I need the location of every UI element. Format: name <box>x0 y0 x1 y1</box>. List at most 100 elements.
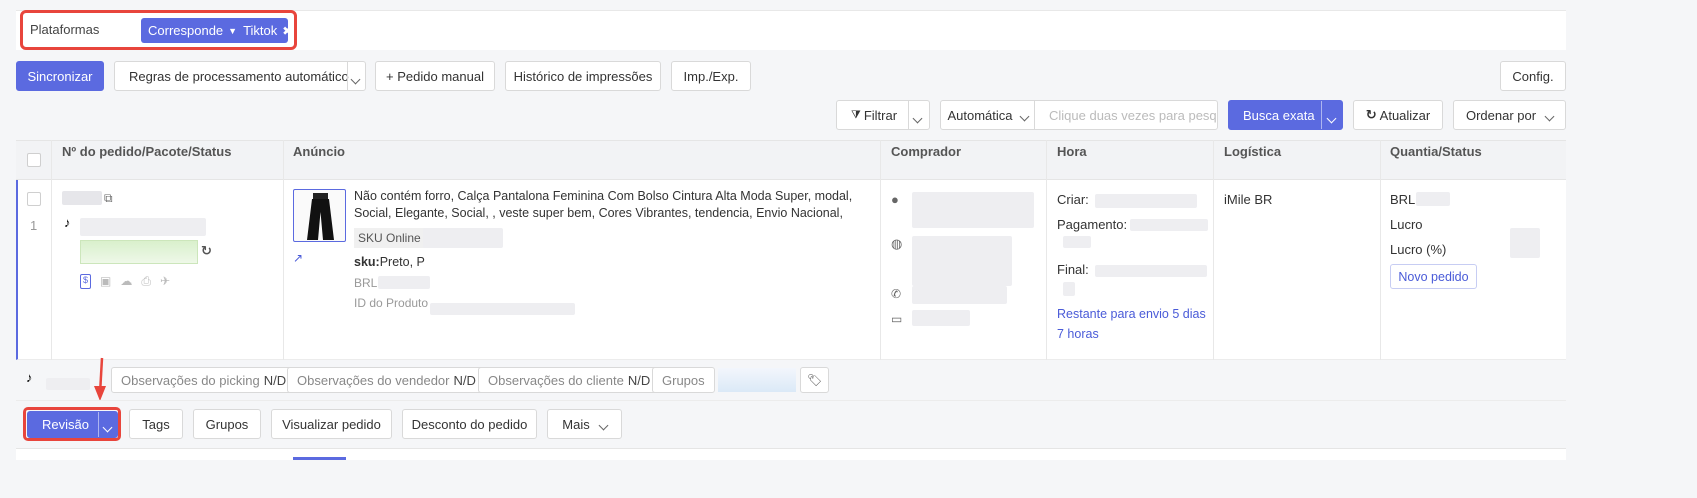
amount-prefix: BRL <box>1390 192 1416 207</box>
chevron-down-icon[interactable] <box>350 71 361 86</box>
col-listing: Anúncio <box>293 144 345 159</box>
chevron-down-icon[interactable] <box>912 110 923 125</box>
separator <box>880 140 881 360</box>
platform-filter-chip[interactable]: Corresponde ▼ Tiktok ✖ <box>141 18 292 43</box>
user-icon: ● <box>891 192 899 207</box>
sync-button[interactable]: Sincronizar <box>16 61 104 91</box>
time-created-redacted <box>1095 194 1197 208</box>
review-label: Revisão <box>42 417 89 432</box>
product-title[interactable]: Não contém forro, Calça Pantalona Femini… <box>354 188 870 222</box>
search-mode-label: Automática <box>947 107 1013 123</box>
filter-label: Filtrar <box>863 107 898 123</box>
picking-notes-value: N/D <box>263 372 287 388</box>
profit-redacted <box>1510 228 1540 258</box>
chevron-down-icon[interactable] <box>1326 110 1337 125</box>
time-created-label: Criar: <box>1057 192 1089 207</box>
picking-notes[interactable]: Observações do picking N/D <box>111 367 297 393</box>
more-label: Mais <box>562 416 590 432</box>
customer-notes[interactable]: Observações do cliente N/D <box>478 367 661 393</box>
print-history-label: Histórico de impressões <box>513 68 653 84</box>
groups-button[interactable]: Grupos <box>193 409 261 439</box>
col-order: Nº do pedido/Pacote/Status <box>62 144 232 159</box>
sku-online-redacted <box>423 228 503 248</box>
table-header <box>16 140 1566 180</box>
globe-icon: ◍ <box>891 236 903 251</box>
gift-icon[interactable]: ▣ <box>100 274 111 289</box>
price-redacted <box>378 276 430 289</box>
price-prefix: BRL <box>354 276 378 290</box>
refresh-label: Atualizar <box>1379 107 1431 123</box>
groups-tag[interactable]: Grupos <box>652 367 715 393</box>
sort-button[interactable]: Ordenar por <box>1453 100 1566 130</box>
copy-icon[interactable]: ⧉ <box>104 191 113 206</box>
review-button[interactable]: Revisão <box>27 411 118 438</box>
col-logistics: Logística <box>1224 144 1282 159</box>
money-icon[interactable]: $ <box>80 274 92 289</box>
tag-icon-button[interactable]: 🏷 <box>800 367 829 393</box>
sync-label: Sincronizar <box>27 68 93 84</box>
time-payment-redacted-2 <box>1063 236 1091 248</box>
seller-notes[interactable]: Observações do vendedor N/D <box>287 367 486 393</box>
search-input[interactable]: Clique duas vezes para pesq <box>1034 100 1218 130</box>
separator <box>283 140 284 360</box>
store-name-redacted <box>46 378 90 390</box>
chevron-down-icon <box>598 417 609 432</box>
col-buyer: Comprador <box>891 144 962 159</box>
buyer-doc-redacted <box>912 310 970 326</box>
more-button[interactable]: Mais <box>547 409 622 439</box>
next-row <box>16 448 1566 460</box>
profit-pct-label: Lucro (%) <box>1390 242 1447 257</box>
product-id-label: ID do Produto <box>354 296 429 310</box>
time-final-redacted <box>1095 265 1207 277</box>
exact-search-button[interactable]: Busca exata <box>1228 100 1343 130</box>
refresh-button[interactable]: ↻ Atualizar <box>1353 100 1443 130</box>
platform-filter-label: Plataformas <box>30 22 100 37</box>
view-order-button[interactable]: Visualizar pedido <box>271 409 392 439</box>
separator <box>1213 140 1214 360</box>
tiktok-icon: ♪ <box>26 370 33 385</box>
phone-icon: ✆ <box>891 287 902 301</box>
chevron-down-icon[interactable] <box>102 419 113 434</box>
red-arrow <box>94 356 106 401</box>
search-placeholder: Clique duas vezes para pesq <box>1049 107 1217 123</box>
separator <box>1321 101 1322 129</box>
exact-search-label: Busca exata <box>1243 107 1315 123</box>
config-button[interactable]: Config. <box>1500 61 1566 91</box>
select-all-checkbox[interactable] <box>27 153 41 167</box>
external-link-icon[interactable]: ↗ <box>293 251 303 265</box>
plane-icon[interactable]: ✈ <box>160 274 170 289</box>
separator <box>1380 140 1381 360</box>
tags-button[interactable]: Tags <box>129 409 183 439</box>
filter-button[interactable]: ⧩ Filtrar <box>836 100 930 130</box>
auto-rules-button[interactable]: Regras de processamento automático <box>114 61 366 91</box>
amount-redacted <box>1416 192 1450 206</box>
caret-down-icon: ▼ <box>228 25 238 36</box>
product-thumbnail[interactable] <box>293 189 346 242</box>
manual-order-button[interactable]: + Pedido manual <box>375 61 495 91</box>
seller-notes-value: N/D <box>453 372 476 388</box>
order-id-redacted <box>62 191 102 205</box>
arrow-down-icon <box>94 357 106 401</box>
groups-label: Grupos <box>205 416 249 432</box>
cloud-upload-icon[interactable]: ☁ <box>120 274 132 289</box>
new-order-button[interactable]: Novo pedido <box>1390 264 1477 289</box>
tiktok-icon: ♪ <box>64 215 71 230</box>
row-checkbox[interactable] <box>27 192 41 206</box>
order-discount-button[interactable]: Desconto do pedido <box>402 409 537 439</box>
sku-label: sku: <box>354 255 380 269</box>
separator <box>51 140 52 360</box>
funnel-icon: ⧩ <box>851 108 861 121</box>
sku-value: Preto, P <box>379 255 425 269</box>
separator <box>1046 140 1047 360</box>
imp-exp-button[interactable]: Imp./Exp. <box>671 61 751 91</box>
order-status-icons: $ ▣ ☁ ⎙ ✈ <box>80 274 170 289</box>
refresh-icon[interactable]: ↻ <box>201 243 212 259</box>
print-history-button[interactable]: Histórico de impressões <box>505 61 661 91</box>
product-id-redacted <box>430 303 575 315</box>
print-icon[interactable]: ⎙ <box>141 274 151 289</box>
search-mode-select[interactable]: Automática <box>940 100 1035 130</box>
close-icon[interactable]: ✖ <box>282 24 292 38</box>
new-order-label: Novo pedido <box>1398 269 1469 284</box>
separator <box>908 101 909 129</box>
chevron-down-icon <box>1019 108 1029 123</box>
